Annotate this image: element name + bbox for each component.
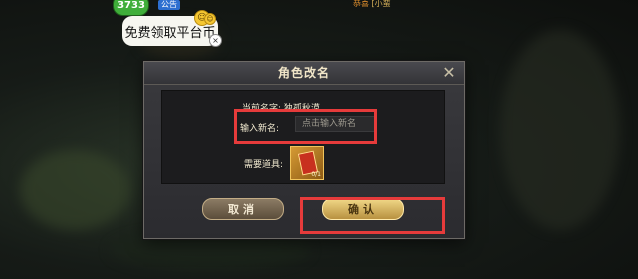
highlight-box-input	[234, 109, 377, 144]
notice-player: [小蛮	[371, 0, 391, 8]
notice-text: 恭喜 [小蛮	[353, 0, 391, 9]
close-icon[interactable]: ✕	[440, 64, 458, 82]
notice-message: 恭喜	[353, 0, 369, 8]
background-scenery	[20, 150, 130, 230]
background-scenery	[500, 30, 620, 230]
notice-tag: 公告	[158, 0, 180, 10]
dialog-title: 角色改名	[277, 66, 330, 80]
cancel-button-label: 取消	[228, 203, 258, 216]
smiley-icon: ☺	[204, 13, 216, 25]
rename-card-icon[interactable]: 0/1	[290, 146, 324, 180]
highlight-box-confirm	[300, 197, 445, 234]
item-count: 0/1	[311, 171, 321, 178]
game-screen: 3733 公告 恭喜 [小蛮 免费领取平台币 ☺ ☺ × 角色改名 ✕ 当前名字…	[0, 0, 638, 279]
required-item-label: 需要道具:	[244, 160, 284, 170]
cancel-button[interactable]: 取消	[202, 198, 284, 220]
promo-close-button[interactable]: ×	[209, 34, 222, 47]
power-badge: 3733	[113, 0, 149, 16]
